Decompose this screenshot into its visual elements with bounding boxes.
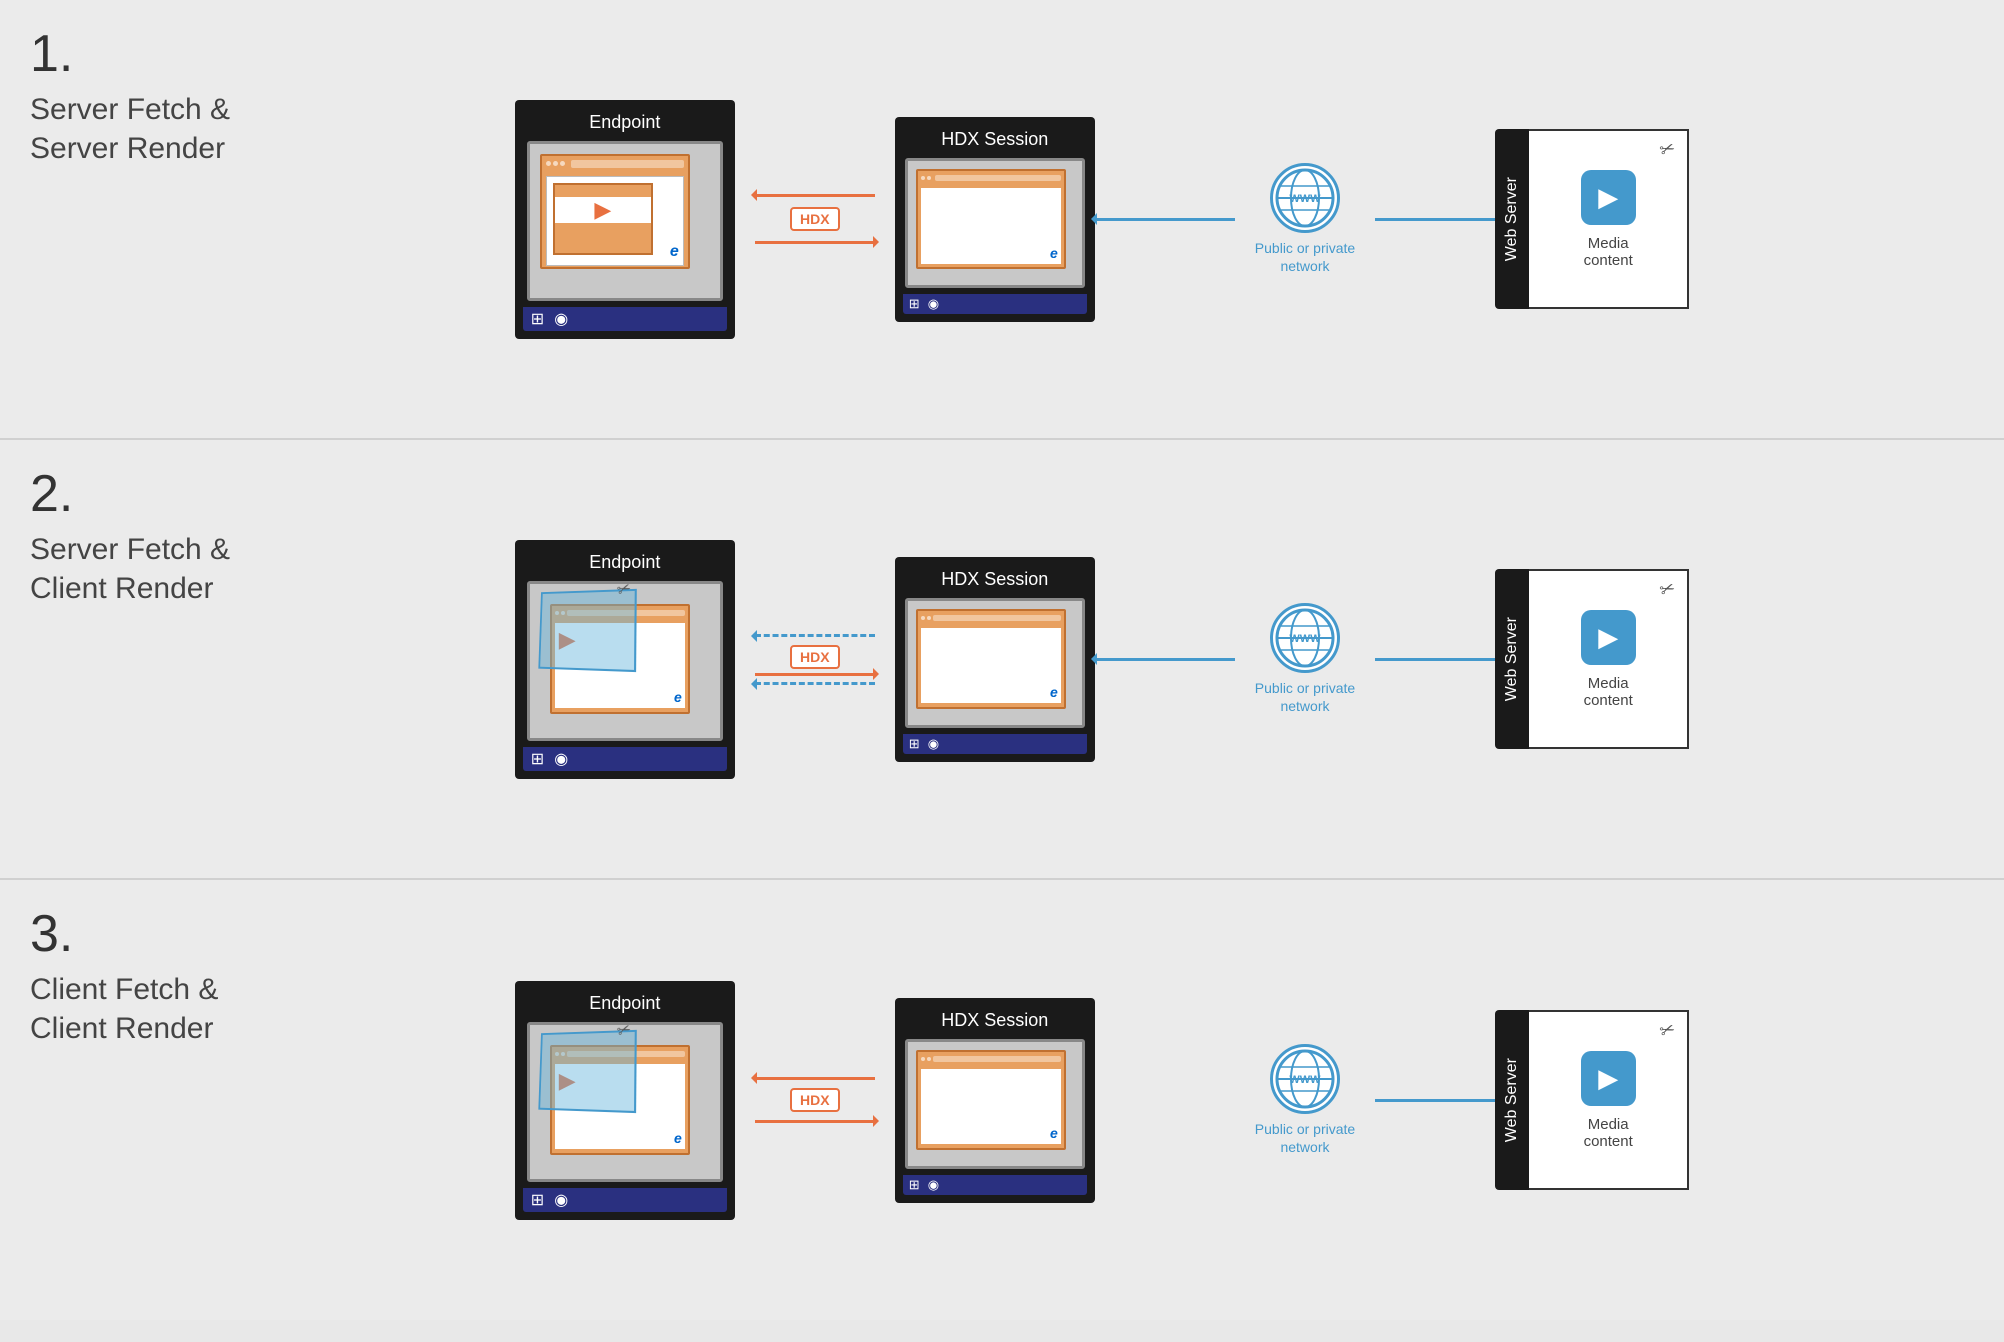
section-2: 2. Server Fetch & Client Render Endpoint… xyxy=(0,440,2004,880)
endpoint-screen-1: ▶ e xyxy=(527,141,723,301)
network-group-2: WWW Public or privatenetwork xyxy=(1255,603,1355,715)
section-1: 1. Server Fetch & Server Render Endpoint xyxy=(0,0,2004,440)
web-server-label-1: Web Server xyxy=(1503,177,1521,261)
network-group-1: WWW Public or privatenetwork xyxy=(1255,163,1355,275)
hdx-badge-3: HDX xyxy=(790,1088,840,1112)
hdx-session-device-1: HDX Session e ⊞ ◉ xyxy=(895,117,1095,322)
network-label-3: Public or privatenetwork xyxy=(1255,1120,1355,1156)
hdx-session-screen-1: e xyxy=(905,158,1085,288)
globe-icon-3: WWW xyxy=(1270,1044,1340,1114)
section-3-label: Client Fetch & Client Render xyxy=(30,970,250,1048)
web-server-label-2: Web Server xyxy=(1503,617,1521,701)
section-2-diagram: Endpoint e ▶ ✂ xyxy=(240,540,1964,779)
scissors-icon-3: ✂ xyxy=(1657,1018,1678,1043)
media-label-3: Mediacontent xyxy=(1584,1116,1633,1150)
section-3-number: 3. xyxy=(30,904,73,964)
globe-icon-2: WWW xyxy=(1270,603,1340,673)
web-server-label-3: Web Server xyxy=(1503,1058,1521,1142)
hdx-session-device-2: HDX Session e ⊞ ◉ xyxy=(895,557,1095,762)
endpoint-device-1: Endpoint ▶ xyxy=(515,100,735,339)
hdx-badge-1: HDX xyxy=(790,207,840,231)
endpoint-device-2: Endpoint e ▶ ✂ xyxy=(515,540,735,779)
scissors-icon-2: ✂ xyxy=(1657,577,1678,602)
globe-icon-1: WWW xyxy=(1270,163,1340,233)
section-1-label: Server Fetch & Server Render xyxy=(30,90,250,168)
hdx-session-label-1: HDX Session xyxy=(933,125,1056,154)
endpoint-label-3: Endpoint xyxy=(581,989,668,1018)
media-icon-3: ▶ Mediacontent xyxy=(1581,1051,1636,1150)
hdx-badge-2: HDX xyxy=(790,645,840,669)
section-1-diagram: Endpoint ▶ xyxy=(240,100,1964,339)
svg-text:WWW: WWW xyxy=(1289,633,1321,645)
endpoint-device-3: Endpoint e ▶ ✂ xyxy=(515,981,735,1220)
section-2-number: 2. xyxy=(30,464,73,524)
hdx-session-device-3: HDX Session e ⊞ ◉ xyxy=(895,998,1095,1203)
hdx-session-screen-2: e xyxy=(905,598,1085,728)
scissors-icon-1: ✂ xyxy=(1657,137,1678,162)
network-label-2: Public or privatenetwork xyxy=(1255,679,1355,715)
svg-text:WWW: WWW xyxy=(1289,1074,1321,1086)
section-3: 3. Client Fetch & Client Render Endpoint… xyxy=(0,880,2004,1320)
endpoint-label-2: Endpoint xyxy=(581,548,668,577)
media-label-2: Mediacontent xyxy=(1584,675,1633,709)
web-server-group-1: Web Server ✂ ▶ Mediacontent xyxy=(1495,129,1689,309)
section-1-number: 1. xyxy=(30,24,73,84)
hdx-session-screen-3: e xyxy=(905,1039,1085,1169)
media-label-1: Mediacontent xyxy=(1584,235,1633,269)
endpoint-screen-2: e ▶ ✂ xyxy=(527,581,723,741)
hdx-session-label-2: HDX Session xyxy=(933,565,1056,594)
media-icon-1: ▶ Mediacontent xyxy=(1581,170,1636,269)
endpoint-screen-3: e ▶ ✂ xyxy=(527,1022,723,1182)
media-icon-2: ▶ Mediacontent xyxy=(1581,610,1636,709)
svg-text:WWW: WWW xyxy=(1289,193,1321,205)
hdx-session-label-3: HDX Session xyxy=(933,1006,1056,1035)
web-server-group-2: Web Server ✂ ▶ Mediacontent xyxy=(1495,569,1689,749)
endpoint-label-1: Endpoint xyxy=(581,108,668,137)
web-server-group-3: Web Server ✂ ▶ Mediacontent xyxy=(1495,1010,1689,1190)
network-group-3: WWW Public or privatenetwork xyxy=(1255,1044,1355,1156)
section-2-label: Server Fetch & Client Render xyxy=(30,530,250,608)
section-3-diagram: Endpoint e ▶ ✂ xyxy=(240,981,1964,1220)
network-label-1: Public or privatenetwork xyxy=(1255,239,1355,275)
